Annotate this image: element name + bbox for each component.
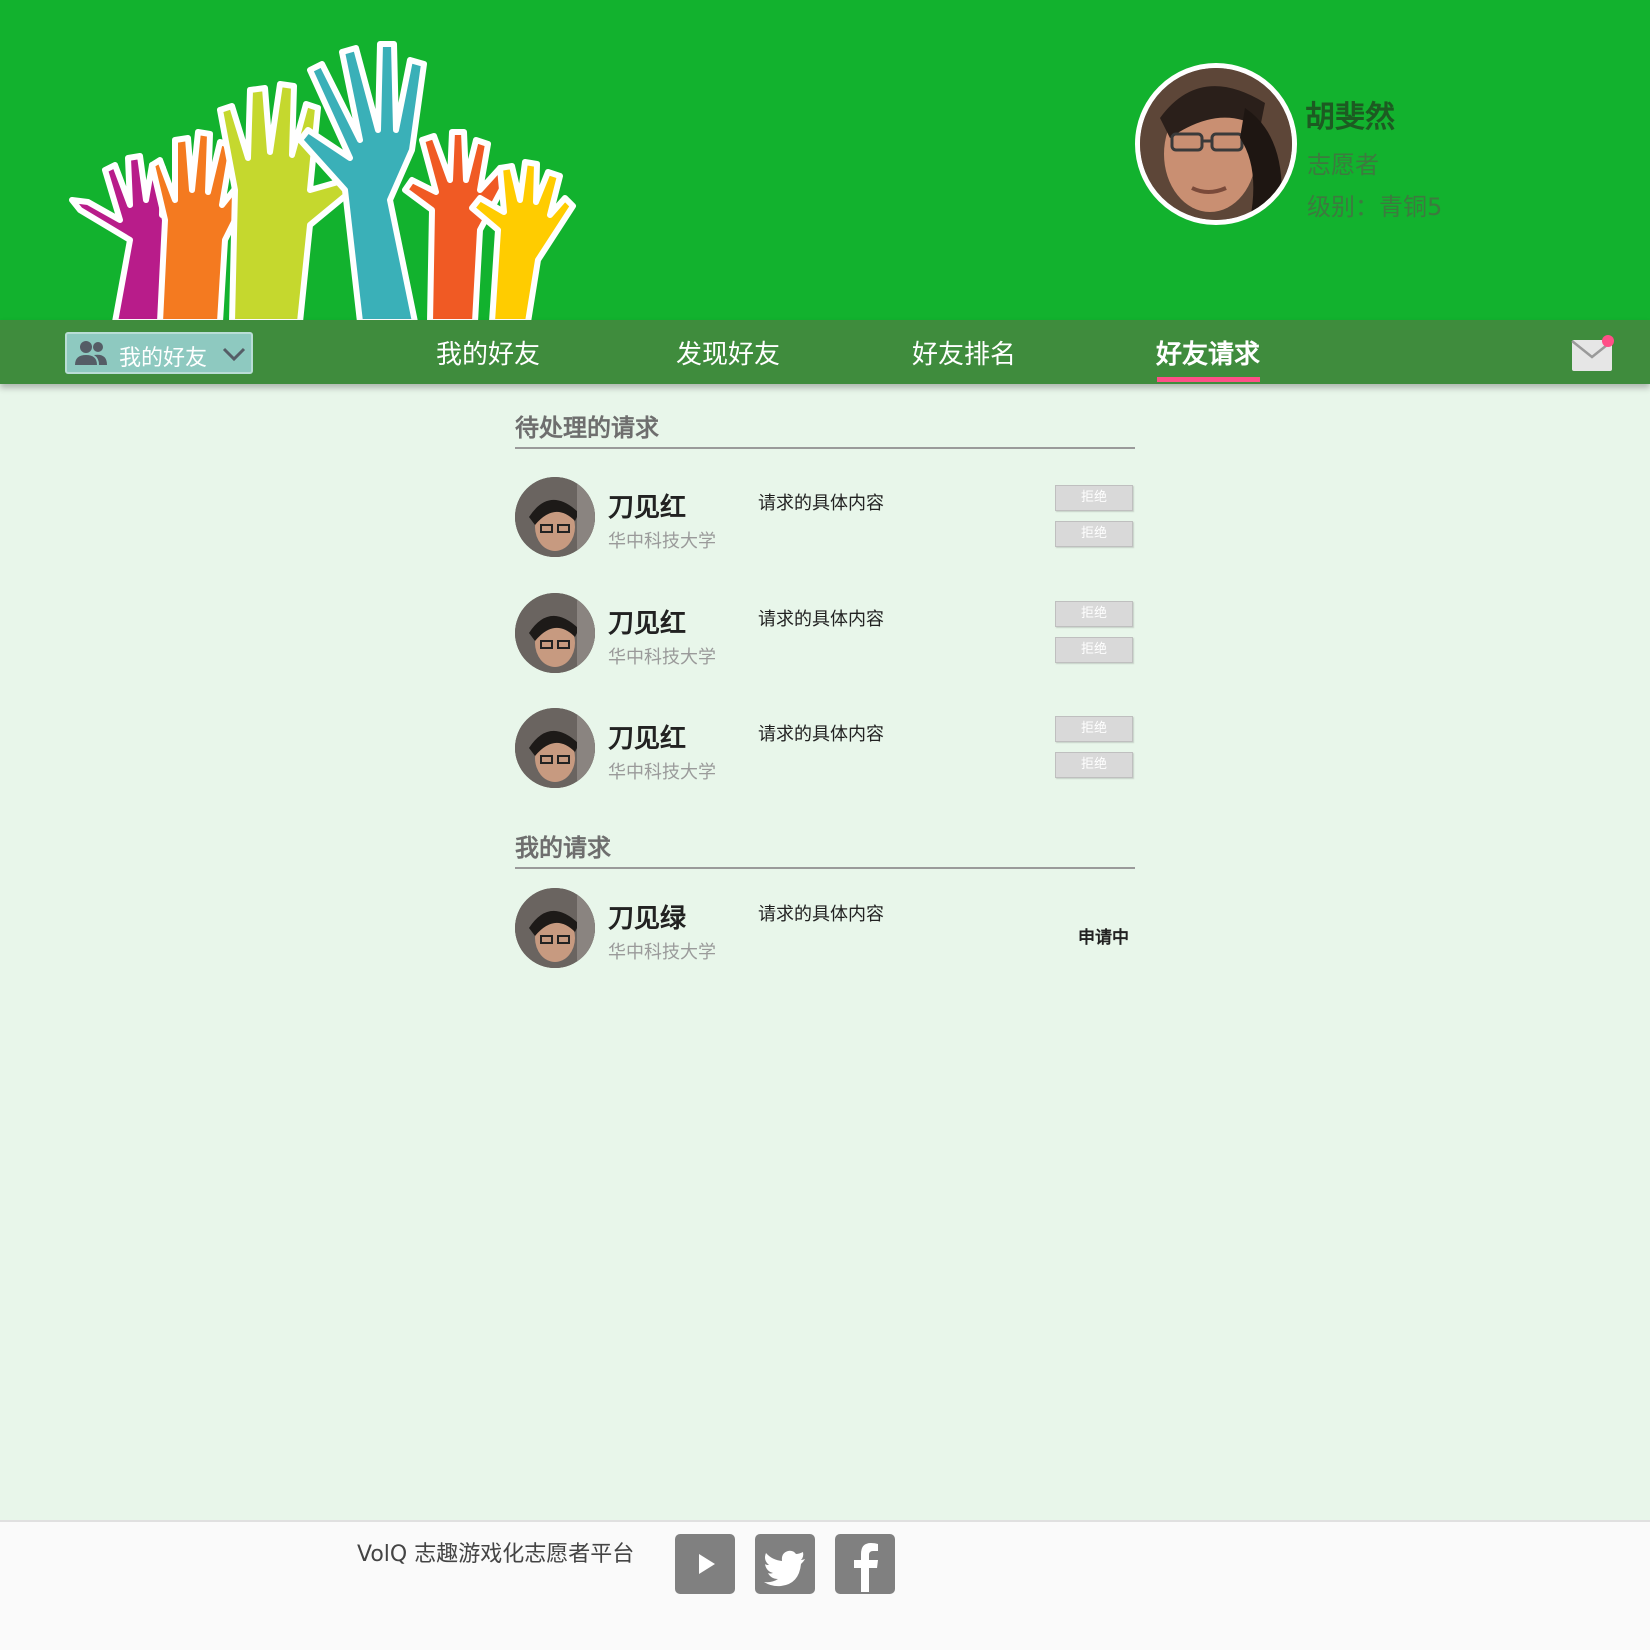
footer: VolQ 志趣游戏化志愿者平台 [0,1520,1650,1650]
request-row: 刀见红 华中科技大学 请求的具体内容 拒绝 拒绝 [515,593,1135,675]
pending-requests-title: 待处理的请求 [515,414,659,442]
requester-name: 刀见红 [608,724,687,754]
requester-school: 华中科技大学 [608,531,716,552]
nav-tab-friend-requests[interactable]: 好友请求 [1156,334,1260,371]
profile-role: 志愿者 [1307,151,1379,179]
profile-level: 级别：青铜5 [1307,193,1443,221]
profile-name: 胡斐然 [1305,100,1395,135]
avatar[interactable] [515,593,595,673]
request-content: 请求的具体内容 [758,609,884,630]
requester-name: 刀见红 [608,493,687,523]
notification-dot [1602,335,1614,347]
requester-school: 华中科技大学 [608,647,716,668]
requester-name: 刀见红 [608,609,687,639]
twitter-icon[interactable] [755,1534,815,1594]
reject-button[interactable]: 拒绝 [1055,637,1133,663]
mail-icon[interactable] [1571,335,1615,373]
request-row: 刀见红 华中科技大学 请求的具体内容 拒绝 拒绝 [515,708,1135,790]
request-action-button[interactable]: 拒绝 [1055,716,1133,742]
target-school: 华中科技大学 [608,942,716,963]
profile-avatar[interactable] [1135,63,1297,225]
request-status: 申请中 [1078,928,1129,948]
request-content: 请求的具体内容 [758,904,884,925]
my-request-row: 刀见绿 华中科技大学 请求的具体内容 申请中 [515,888,1135,970]
request-content: 请求的具体内容 [758,724,884,745]
reject-button[interactable]: 拒绝 [1055,752,1133,778]
target-name: 刀见绿 [608,904,687,934]
facebook-icon[interactable] [835,1534,895,1594]
request-action-button[interactable]: 拒绝 [1055,485,1133,511]
requester-school: 华中科技大学 [608,762,716,783]
reject-button[interactable]: 拒绝 [1055,521,1133,547]
avatar[interactable] [515,708,595,788]
raised-hands-illustration [69,41,576,320]
youtube-icon[interactable] [675,1534,735,1594]
section-divider [515,447,1135,449]
request-row: 刀见红 华中科技大学 请求的具体内容 拒绝 拒绝 [515,477,1135,559]
nav-tab-discover-friends[interactable]: 发现好友 [676,334,780,371]
request-content: 请求的具体内容 [758,493,884,514]
avatar[interactable] [515,888,595,968]
people-icon [75,341,107,365]
request-action-button[interactable]: 拒绝 [1055,601,1133,627]
header-banner: 胡斐然 志愿者 级别：青铜5 [0,0,1650,320]
avatar[interactable] [515,477,595,557]
section-divider [515,867,1135,869]
nav-bar: 我的好友 我的好友 发现好友 好友排名 好友请求 [0,320,1650,384]
nav-tab-friend-ranking[interactable]: 好友排名 [912,334,1016,371]
nav-tab-my-friends[interactable]: 我的好友 [436,334,540,371]
my-requests-title: 我的请求 [515,834,611,862]
active-tab-indicator [1157,377,1260,382]
chevron-down-icon [222,347,246,362]
friends-dropdown-label: 我的好友 [119,346,208,371]
friends-dropdown[interactable]: 我的好友 [65,332,253,374]
footer-brand-text: VolQ 志趣游戏化志愿者平台 [357,1542,635,1567]
